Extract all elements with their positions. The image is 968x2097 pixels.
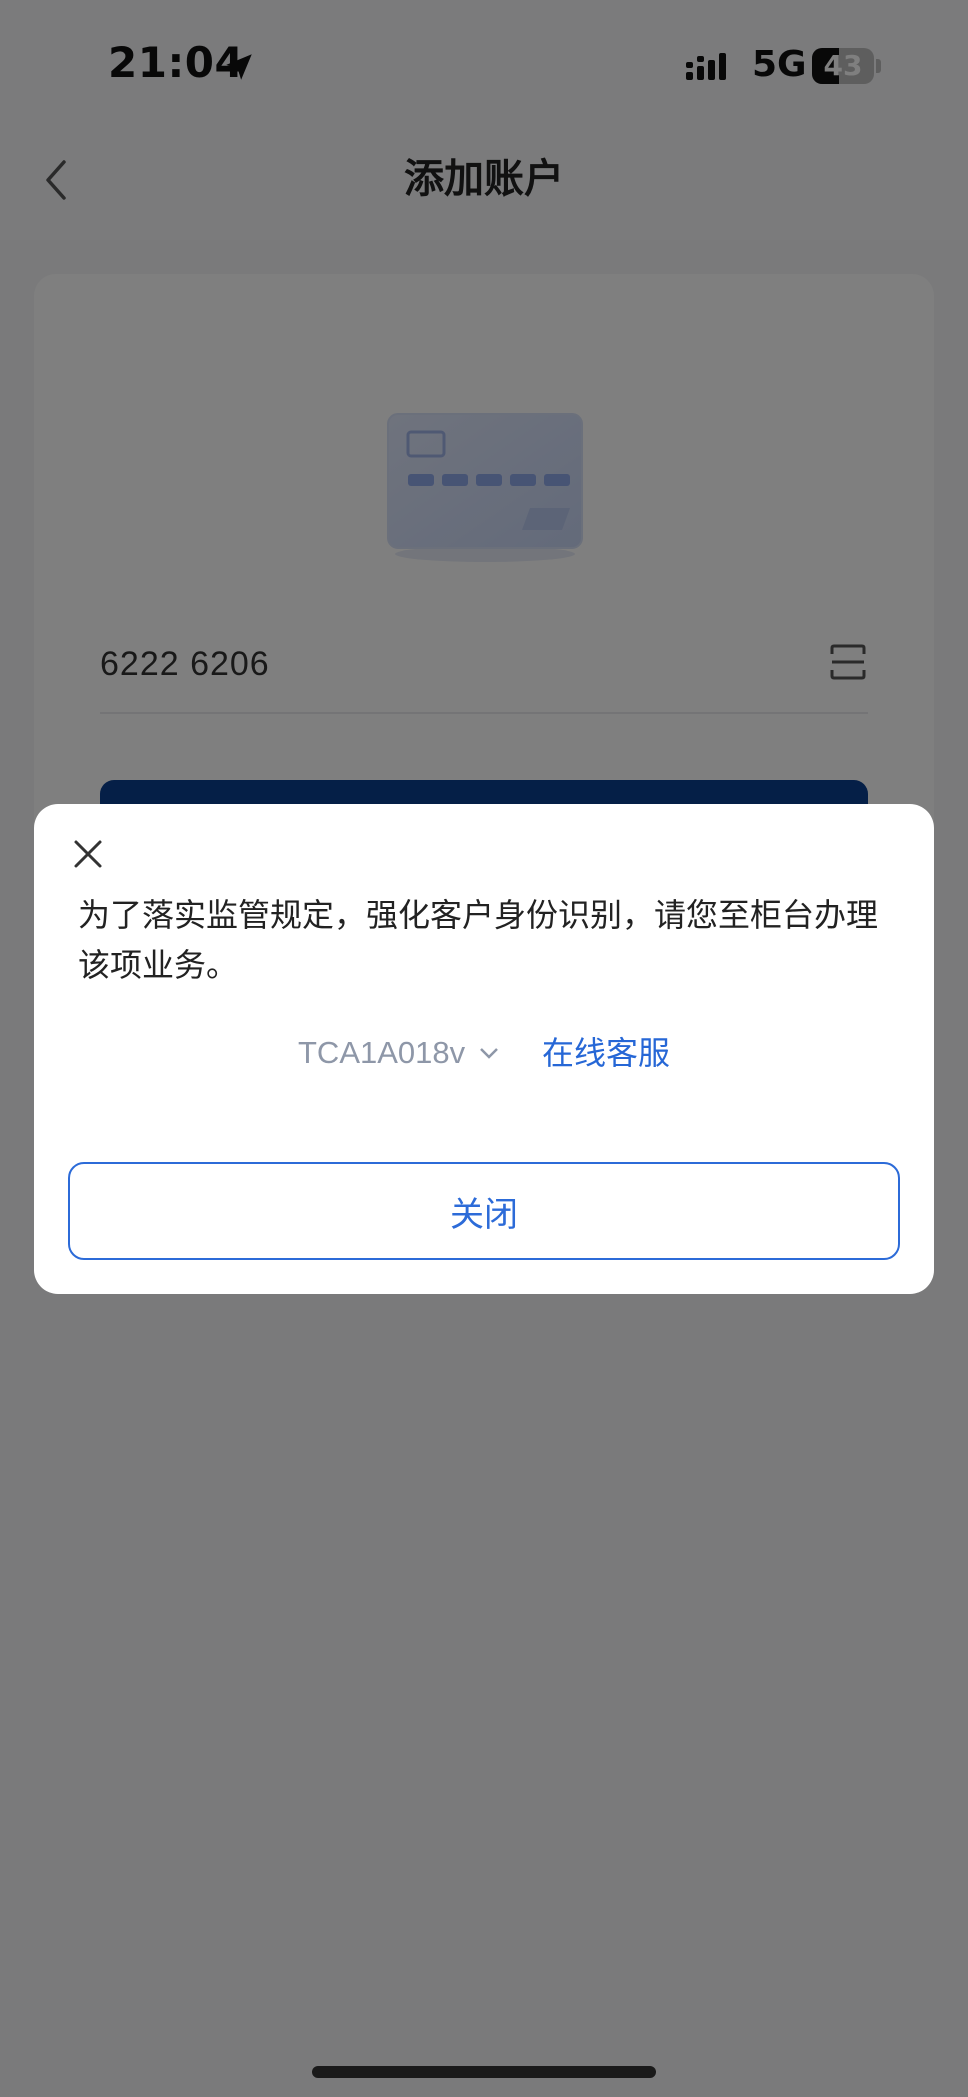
close-button[interactable]: 关闭	[68, 1162, 900, 1260]
online-service-link[interactable]: 在线客服	[542, 1028, 670, 1078]
error-code-dropdown[interactable]: TCA1A018v	[298, 1028, 501, 1078]
notice-dialog: 为了落实监管规定，强化客户身份识别，请您至柜台办理该项业务。 TCA1A018v…	[34, 804, 934, 1294]
close-icon[interactable]	[68, 834, 108, 874]
home-indicator	[312, 2066, 656, 2078]
dialog-message: 为了落实监管规定，强化客户身份识别，请您至柜台办理该项业务。	[78, 896, 879, 984]
add-account-screen: 21:04 5G 43 添加账户	[0, 0, 968, 2097]
error-code: TCA1A018v	[298, 1035, 466, 1070]
chevron-down-icon	[480, 1048, 499, 1059]
